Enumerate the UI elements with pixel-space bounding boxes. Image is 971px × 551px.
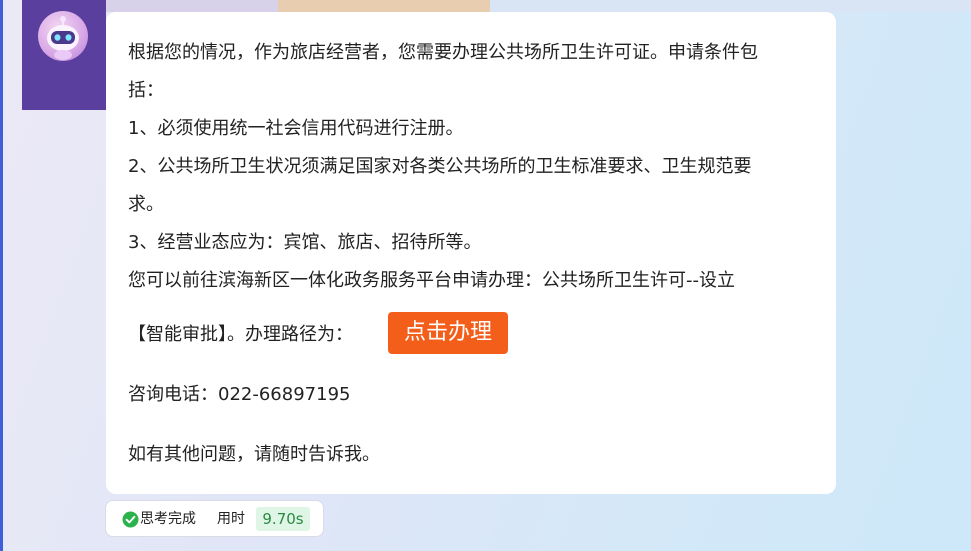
top-background-segment [278, 0, 490, 12]
message-line: 括： [128, 80, 164, 101]
apply-now-button[interactable]: 点击办理 [388, 312, 508, 354]
message-line: 您可以前往滨海新区一体化政务服务平台申请办理：公共场所卫生许可--设立 [128, 270, 735, 291]
elapsed-time-badge: 9.70s [256, 507, 310, 531]
message-line: 2、公共场所卫生状况须满足国家对各类公共场所的卫生标准要求、卫生规范要 [128, 156, 752, 177]
message-line: 根据您的情况，作为旅店经营者，您需要办理公共场所卫生许可证。申请条件包 [128, 42, 758, 63]
message-line: 求。 [128, 194, 164, 215]
message-line: 3、经营业态应为：宾馆、旅店、招待所等。 [128, 232, 482, 253]
check-circle-icon [122, 511, 139, 528]
thinking-status-label: 思考完成 [140, 511, 196, 527]
message-line: 【智能审批】。办理路径为： [128, 324, 353, 345]
thinking-status-pill[interactable]: 思考完成 用时 9.70s [105, 500, 324, 537]
elapsed-time-label: 用时 [217, 511, 245, 527]
left-accent-strip [0, 0, 3, 551]
top-background-segment [106, 0, 278, 12]
assistant-message-bubble: 根据您的情况，作为旅店经营者，您需要办理公共场所卫生许可证。申请条件包 括： 1… [106, 12, 836, 494]
closing-line: 如有其他问题，请随时告诉我。 [128, 444, 380, 465]
message-line: 1、必须使用统一社会信用代码进行注册。 [128, 118, 464, 139]
robot-avatar-icon [38, 11, 88, 61]
top-background-segment [490, 0, 971, 12]
consult-phone: 咨询电话：022-66897195 [128, 384, 351, 405]
